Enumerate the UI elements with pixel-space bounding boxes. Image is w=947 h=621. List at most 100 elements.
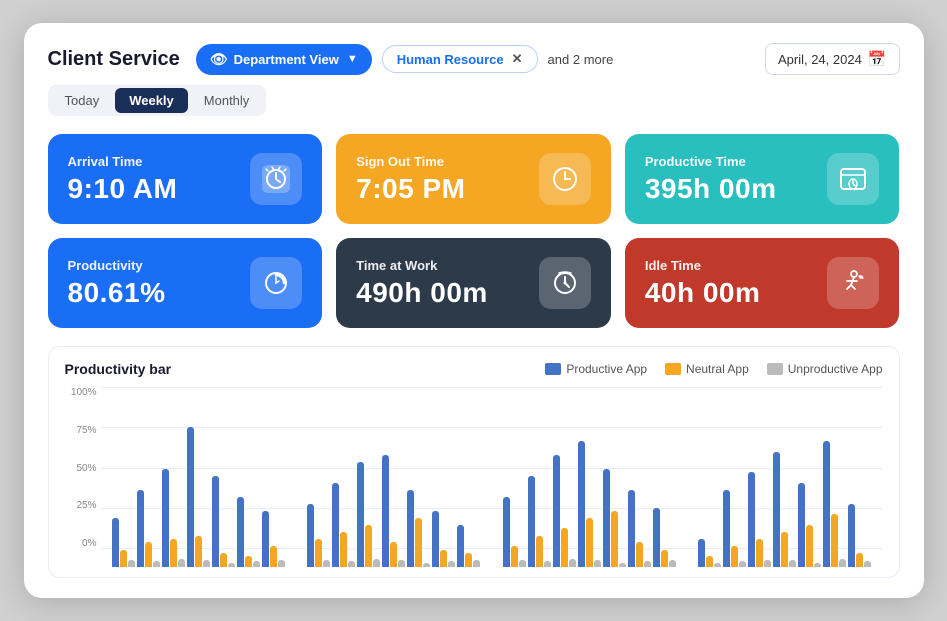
filter-tag[interactable]: Human Resource ✕ <box>382 45 538 73</box>
bar-neutral <box>636 542 643 567</box>
header: Client Service 👁 Department View ▼ Human… <box>48 43 900 116</box>
monthly-button[interactable]: Monthly <box>190 88 264 113</box>
bar-neutral <box>220 553 227 567</box>
productivity-info: Productivity 80.61% <box>68 258 166 309</box>
chart-area: 0%25%50%75%100% MondayTuesdayWednesdayTh… <box>65 387 883 567</box>
view-toggle-group: Today Weekly Monthly <box>48 85 267 116</box>
bar-unproductive <box>253 561 260 567</box>
dashboard-container: Client Service 👁 Department View ▼ Human… <box>24 23 924 598</box>
weekly-button[interactable]: Weekly <box>115 88 188 113</box>
bar-unproductive <box>128 560 135 567</box>
today-button[interactable]: Today <box>51 88 114 113</box>
arrival-icon <box>250 153 302 205</box>
day-group-tuesday: Tuesday <box>296 455 492 567</box>
bar-unproductive <box>714 563 721 567</box>
dept-view-label: Department View <box>234 52 339 67</box>
bar-productive <box>748 472 755 567</box>
productive-value: 395h 00m <box>645 173 777 205</box>
bar-productive <box>162 469 169 567</box>
signout-value: 7:05 PM <box>356 173 465 205</box>
productive-time-card: Productive Time 395h 00m <box>625 134 900 224</box>
day-group-monday: Monday <box>101 427 297 567</box>
bars-container: MondayTuesdayWednesdayThursday <box>101 387 883 567</box>
bar-neutral <box>415 518 422 567</box>
bar-unproductive <box>839 559 846 567</box>
productive-info: Productive Time 395h 00m <box>645 154 777 205</box>
bar-unproductive <box>644 561 651 567</box>
legend-productive: Productive App <box>545 362 647 376</box>
bar-neutral <box>170 539 177 567</box>
bar-productive <box>307 504 314 567</box>
bar-productive <box>457 525 464 567</box>
bar-unproductive <box>228 563 235 567</box>
y-axis: 0%25%50%75%100% <box>65 387 101 567</box>
idletime-icon <box>827 257 879 309</box>
bar-unproductive <box>278 560 285 567</box>
bar-neutral <box>245 556 252 567</box>
bar-productive <box>407 490 414 567</box>
bar-productive <box>628 490 635 567</box>
bar-productive <box>212 476 219 567</box>
bar-unproductive <box>669 560 676 567</box>
bar-productive <box>237 497 244 567</box>
bar-productive <box>823 441 830 567</box>
chart-section: Productivity bar Productive App Neutral … <box>48 346 900 578</box>
bar-productive <box>723 490 730 567</box>
bar-productive <box>187 427 194 567</box>
chevron-down-icon: ▼ <box>347 53 358 65</box>
bar-productive <box>137 490 144 567</box>
bar-neutral <box>706 556 713 567</box>
bar-neutral <box>145 542 152 567</box>
arrival-info: Arrival Time 9:10 AM <box>68 154 178 205</box>
bar-unproductive <box>178 559 185 567</box>
bar-neutral <box>856 553 863 567</box>
bar-neutral <box>315 539 322 567</box>
signout-label: Sign Out Time <box>356 154 465 169</box>
bar-neutral <box>756 539 763 567</box>
productive-legend-label: Productive App <box>566 362 647 376</box>
bar-neutral <box>831 514 838 567</box>
bar-unproductive <box>323 560 330 567</box>
close-icon[interactable]: ✕ <box>512 51 523 67</box>
chart-legend: Productive App Neutral App Unproductive … <box>545 362 882 376</box>
bars-row: MondayTuesdayWednesdayThursday <box>101 387 883 567</box>
arrival-value: 9:10 AM <box>68 173 178 205</box>
arrival-time-card: Arrival Time 9:10 AM <box>48 134 323 224</box>
eye-icon: 👁 <box>210 51 228 68</box>
bar-productive <box>332 483 339 567</box>
chart-title: Productivity bar <box>65 361 172 377</box>
bar-unproductive <box>448 561 455 567</box>
bar-productive <box>698 539 705 567</box>
date-picker[interactable]: April, 24, 2024 📅 <box>765 43 900 75</box>
bar-unproductive <box>864 561 871 567</box>
signout-time-card: Sign Out Time 7:05 PM <box>336 134 611 224</box>
timeatwork-value: 490h 00m <box>356 277 488 309</box>
bar-neutral <box>195 536 202 567</box>
bar-neutral <box>440 550 447 567</box>
bar-unproductive <box>764 560 771 567</box>
day-group-wednesday: Wednesday <box>492 441 688 567</box>
bar-neutral <box>806 525 813 567</box>
bar-productive <box>112 518 119 567</box>
bar-neutral <box>120 550 127 567</box>
department-view-button[interactable]: 👁 Department View ▼ <box>196 44 372 75</box>
bar-productive <box>848 504 855 567</box>
chart-header: Productivity bar Productive App Neutral … <box>65 361 883 377</box>
signout-icon <box>539 153 591 205</box>
bar-productive <box>432 511 439 567</box>
bar-unproductive <box>569 559 576 567</box>
bar-productive <box>578 441 585 567</box>
bar-productive <box>357 462 364 567</box>
bar-unproductive <box>423 563 430 567</box>
bar-neutral <box>465 553 472 567</box>
time-at-work-card: Time at Work 490h 00m <box>336 238 611 328</box>
bar-unproductive <box>398 560 405 567</box>
bar-productive <box>503 497 510 567</box>
bar-neutral <box>611 511 618 567</box>
bar-neutral <box>511 546 518 567</box>
productive-label: Productive Time <box>645 154 777 169</box>
bar-unproductive <box>739 561 746 567</box>
bar-productive <box>528 476 535 567</box>
bar-unproductive <box>619 563 626 567</box>
signout-info: Sign Out Time 7:05 PM <box>356 154 465 205</box>
